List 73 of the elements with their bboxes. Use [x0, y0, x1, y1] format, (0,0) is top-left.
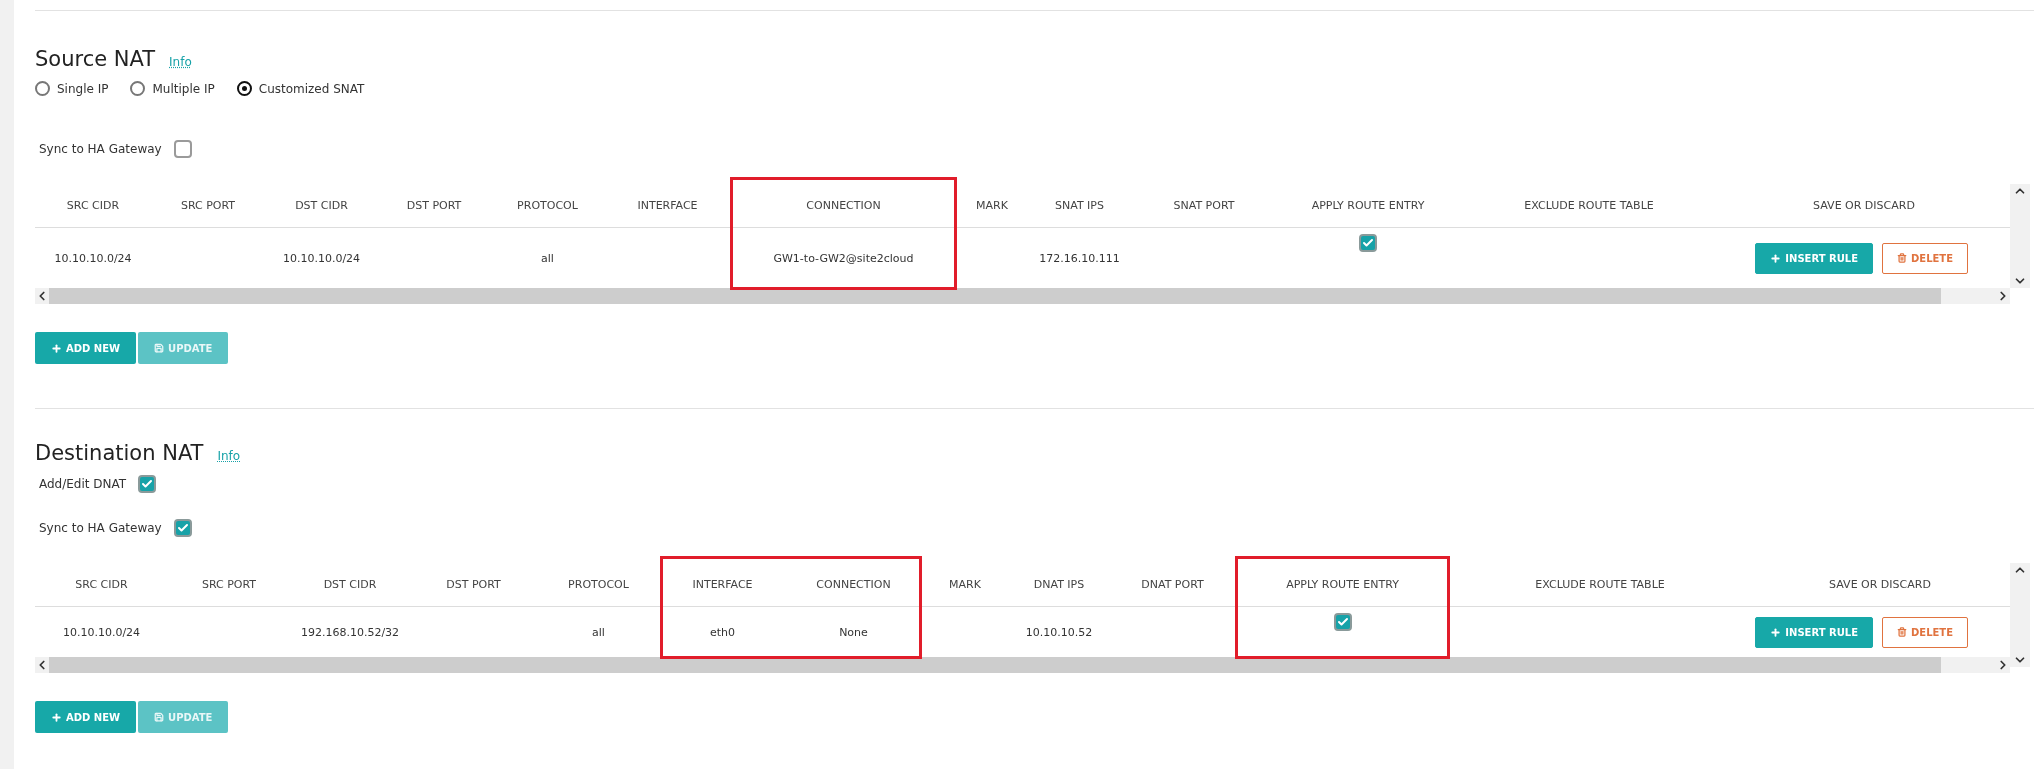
checkbox[interactable] — [173, 140, 192, 158]
table-cell: GW1-to-GW2@site2cloud — [773, 251, 914, 265]
save-icon — [154, 712, 165, 722]
plus-icon — [51, 342, 62, 354]
column-header: SNAT PORT — [1132, 184, 1276, 228]
column-header: SRC PORT — [168, 563, 290, 607]
add-new-button[interactable]: ADD NEW — [35, 332, 137, 364]
checkbox-label: Add/Edit DNAT — [39, 477, 127, 491]
table-cell: all — [592, 625, 605, 639]
column-header: DST PORT — [410, 563, 537, 607]
save-icon — [154, 343, 165, 353]
add-new-button[interactable]: ADD NEW — [35, 701, 137, 733]
table-cell: 10.10.10.0/24 — [282, 251, 361, 265]
vertical-scrollbar[interactable] — [2010, 563, 2030, 667]
check-icon — [176, 522, 189, 534]
column-header: SRC PORT — [151, 184, 265, 228]
section-title: Source NAT — [35, 47, 156, 71]
insert-rule-button[interactable]: INSERT RULE — [1755, 616, 1873, 648]
column-header: DST CIDR — [265, 184, 378, 228]
column-header: PROTOCOL — [537, 563, 660, 607]
table-cell: eth0 — [709, 625, 736, 639]
table-cell: 10.10.10.0/24 — [54, 251, 132, 265]
column-header: SRC CIDR — [35, 563, 168, 607]
column-header: INTERFACE — [605, 184, 730, 228]
radio-label: Single IP — [57, 81, 109, 96]
radio-button[interactable] — [35, 81, 50, 96]
check-icon — [1336, 616, 1349, 628]
checkbox[interactable] — [138, 475, 157, 493]
plus-icon — [1770, 626, 1782, 638]
radio-button[interactable] — [236, 81, 252, 96]
column-header: INTERFACE — [660, 563, 785, 607]
column-header: APPLY ROUTE ENTRY — [1235, 563, 1450, 607]
checkbox-label: Sync to HA Gateway — [39, 142, 162, 156]
plus-icon — [1770, 252, 1782, 264]
column-header: DNAT IPS — [1008, 563, 1110, 607]
column-header: PROTOCOL — [490, 184, 605, 228]
checkbox[interactable] — [173, 519, 192, 537]
check-icon — [1362, 237, 1374, 249]
checkbox[interactable] — [1359, 234, 1377, 252]
table-cell: 172.16.10.111 — [1039, 251, 1120, 265]
section-title: Destination NAT — [35, 441, 204, 465]
column-header: EXCLUDE ROUTE TABLE — [1450, 563, 1750, 607]
delete-button[interactable]: DELETE — [1882, 616, 1968, 648]
column-header: APPLY ROUTE ENTRY — [1276, 184, 1460, 228]
radio-button[interactable] — [130, 81, 146, 96]
checkbox[interactable] — [1333, 613, 1352, 631]
column-header: MARK — [957, 184, 1027, 228]
info-link[interactable]: Info — [217, 449, 241, 463]
insert-rule-button[interactable]: INSERT RULE — [1755, 242, 1873, 274]
plus-icon — [51, 711, 62, 723]
table-cell: all — [541, 251, 554, 265]
table-cell: 10.10.10.0/24 — [62, 625, 141, 639]
table-cell: 10.10.10.52 — [1025, 625, 1093, 639]
radio-label: Multiple IP — [152, 81, 215, 96]
column-header: CONNECTION — [730, 184, 957, 228]
trash-icon — [1897, 627, 1907, 637]
column-header: CONNECTION — [785, 563, 922, 607]
column-header: SNAT IPS — [1027, 184, 1132, 228]
delete-button[interactable]: DELETE — [1882, 242, 1968, 274]
info-link[interactable]: Info — [169, 55, 192, 69]
column-header: DST PORT — [378, 184, 490, 228]
check-icon — [141, 478, 154, 490]
column-header: MARK — [922, 563, 1008, 607]
column-header: SRC CIDR — [35, 184, 151, 228]
radio-label: Customized SNAT — [258, 81, 365, 96]
table-cell: 192.168.10.52/32 — [300, 625, 400, 639]
column-header: DST CIDR — [290, 563, 410, 607]
column-header: DNAT PORT — [1110, 563, 1235, 607]
checkbox-label: Sync to HA Gateway — [39, 521, 162, 535]
trash-icon — [1897, 253, 1907, 263]
column-header: EXCLUDE ROUTE TABLE — [1460, 184, 1718, 228]
vertical-scrollbar[interactable] — [2010, 184, 2030, 288]
table-cell: None — [839, 625, 868, 639]
